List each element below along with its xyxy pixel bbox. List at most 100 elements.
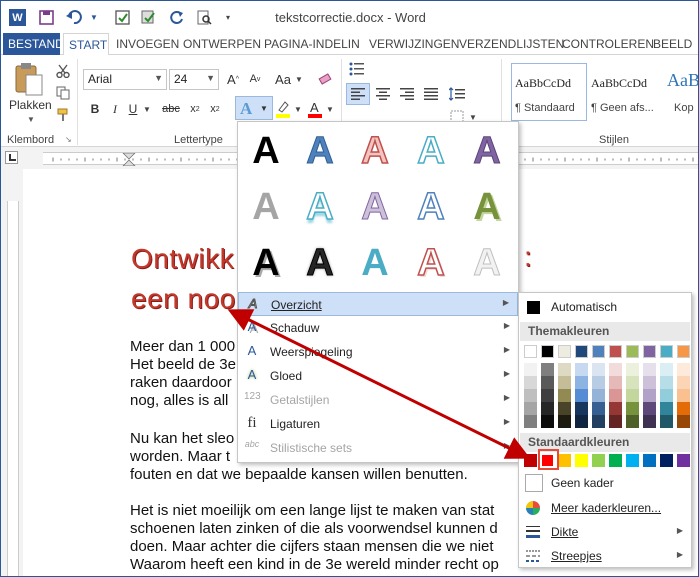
theme-shade-swatch[interactable] — [626, 389, 639, 402]
standard-color-swatch[interactable] — [609, 454, 622, 467]
menu-item-shadow[interactable]: A Schaduw ▶ — [238, 316, 518, 340]
weight-item[interactable]: Dikte ▶ — [519, 520, 691, 544]
shrink-font-icon[interactable]: Av — [245, 69, 265, 89]
theme-shade-swatch[interactable] — [558, 415, 571, 428]
italic-button[interactable]: I — [105, 99, 125, 119]
tab-controleren[interactable]: CONTROLEREN — [557, 33, 659, 55]
theme-color-swatch[interactable] — [558, 345, 571, 358]
standard-color-swatch[interactable] — [592, 454, 605, 467]
tab-invoegen[interactable]: INVOEGEN — [111, 33, 184, 55]
theme-shade-swatch[interactable] — [609, 376, 622, 389]
theme-color-swatch[interactable] — [677, 345, 690, 358]
theme-shade-swatch[interactable] — [592, 376, 605, 389]
effect-style-red-outline[interactable]: A — [350, 129, 400, 173]
theme-shade-swatch[interactable] — [558, 402, 571, 415]
line-spacing-icon[interactable] — [447, 84, 467, 104]
chevron-down-icon[interactable]: ▼ — [154, 73, 163, 83]
theme-shade-swatch[interactable] — [592, 389, 605, 402]
tab-verzendlijsten[interactable]: VERZENDLIJSTEN — [454, 33, 569, 55]
theme-shade-swatch[interactable] — [626, 402, 639, 415]
tab-beeld[interactable]: BEELD — [648, 33, 697, 55]
effect-style-blue-outline[interactable]: A — [406, 185, 456, 229]
standard-color-swatch[interactable] — [575, 454, 588, 467]
grow-font-icon[interactable]: A ^ — [223, 69, 243, 89]
chevron-down-icon[interactable]: ▼ — [206, 73, 215, 83]
more-colors-item[interactable]: Meer kaderkleuren... — [519, 496, 691, 520]
standard-color-swatch[interactable] — [558, 454, 571, 467]
standard-color-swatch[interactable] — [643, 454, 656, 467]
theme-shade-swatch[interactable] — [609, 389, 622, 402]
theme-color-swatch[interactable] — [575, 345, 588, 358]
theme-shade-swatch[interactable] — [609, 402, 622, 415]
theme-shade-swatch[interactable] — [575, 389, 588, 402]
theme-shade-swatch[interactable] — [541, 415, 554, 428]
theme-shade-swatch[interactable] — [541, 402, 554, 415]
theme-color-swatch[interactable] — [626, 345, 639, 358]
theme-shade-swatch[interactable] — [575, 415, 588, 428]
theme-shade-swatch[interactable] — [609, 363, 622, 376]
tab-selector[interactable] — [5, 151, 18, 164]
theme-shade-swatch[interactable] — [660, 376, 673, 389]
effect-style-cyan-outline[interactable]: A — [406, 129, 456, 173]
theme-shade-swatch[interactable] — [660, 415, 673, 428]
theme-shade-swatch[interactable] — [592, 363, 605, 376]
paste-button[interactable]: Plakken — [9, 98, 52, 112]
vertical-ruler-text-area[interactable] — [7, 201, 19, 576]
theme-shade-swatch[interactable] — [660, 402, 673, 415]
theme-shade-swatch[interactable] — [524, 389, 537, 402]
theme-shade-swatch[interactable] — [524, 363, 537, 376]
effect-style-black[interactable]: A — [241, 130, 291, 173]
paste-icon[interactable] — [13, 61, 45, 97]
bullets-icon[interactable] — [347, 59, 367, 79]
effect-style-red-double[interactable]: A — [406, 241, 456, 285]
effect-style-teal[interactable]: A — [350, 242, 400, 285]
underline-button[interactable]: U — [123, 99, 143, 119]
theme-shade-swatch[interactable] — [626, 415, 639, 428]
font-color-icon[interactable]: A — [305, 99, 325, 119]
style-kop[interactable]: AaBb Kop — [663, 63, 698, 121]
theme-shade-swatch[interactable] — [660, 389, 673, 402]
effect-style-gray[interactable]: A — [241, 186, 291, 229]
theme-color-swatch[interactable] — [643, 345, 656, 358]
effect-style-reflection[interactable]: A — [295, 185, 345, 229]
change-case-icon[interactable]: Aa — [273, 69, 293, 89]
effect-style-green[interactable]: A — [462, 186, 512, 229]
subscript-button[interactable]: x2 — [185, 99, 205, 119]
tab-verwijzingen[interactable]: VERWIJZINGEN — [364, 33, 464, 55]
theme-shade-swatch[interactable] — [541, 389, 554, 402]
theme-shade-swatch[interactable] — [643, 363, 656, 376]
effect-style-black-shadow[interactable]: A — [241, 242, 291, 285]
clear-formatting-icon[interactable] — [315, 69, 335, 89]
theme-shade-swatch[interactable] — [541, 363, 554, 376]
theme-shade-swatch[interactable] — [541, 376, 554, 389]
menu-item-ligatures[interactable]: fi Ligaturen ▶ — [238, 412, 518, 436]
format-painter-icon[interactable] — [53, 105, 73, 125]
theme-color-swatch[interactable] — [524, 345, 537, 358]
theme-shade-swatch[interactable] — [575, 376, 588, 389]
text-effects-button[interactable]: A ▼ — [235, 96, 273, 120]
effect-style-lavender[interactable]: A — [350, 186, 400, 229]
bold-button[interactable]: B — [85, 99, 105, 119]
theme-color-swatch[interactable] — [609, 345, 622, 358]
theme-shade-swatch[interactable] — [558, 363, 571, 376]
menu-item-outline[interactable]: A Overzicht ▶ — [238, 292, 518, 316]
theme-shade-swatch[interactable] — [677, 402, 690, 415]
underline-dropdown-icon[interactable]: ▼ — [143, 105, 151, 114]
paste-dropdown-icon[interactable]: ▼ — [27, 115, 35, 124]
font-color-dropdown-icon[interactable]: ▼ — [326, 105, 334, 114]
theme-shade-swatch[interactable] — [558, 389, 571, 402]
theme-shade-swatch[interactable] — [524, 376, 537, 389]
theme-shade-swatch[interactable] — [677, 363, 690, 376]
standard-color-swatch[interactable] — [524, 454, 537, 467]
theme-shade-swatch[interactable] — [524, 402, 537, 415]
highlight-color-icon[interactable] — [273, 99, 293, 119]
theme-shade-swatch[interactable] — [609, 415, 622, 428]
theme-shade-swatch[interactable] — [592, 402, 605, 415]
theme-shade-swatch[interactable] — [626, 376, 639, 389]
tab-ontwerpen[interactable]: ONTWERPEN — [178, 33, 266, 55]
effect-style-dark[interactable]: A — [295, 242, 345, 285]
effect-style-blue[interactable]: A — [295, 130, 345, 173]
tab-start[interactable]: START — [63, 33, 109, 56]
menu-item-glow[interactable]: A Gloed ▶ — [238, 364, 518, 388]
theme-shade-swatch[interactable] — [626, 363, 639, 376]
